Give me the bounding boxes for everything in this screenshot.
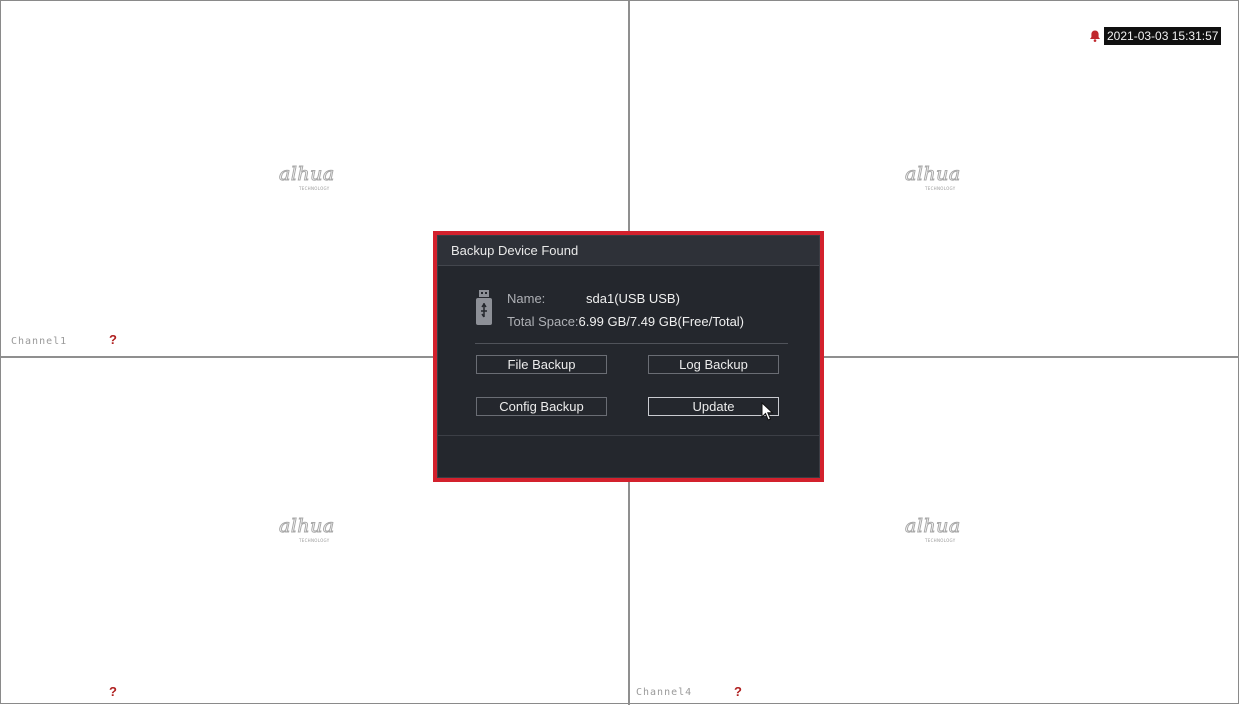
logo-tagline: TECHNOLOGY <box>299 186 330 191</box>
mouse-cursor-icon <box>761 402 774 421</box>
update-button[interactable]: Update <box>648 397 779 416</box>
logo-wordmark: alhua <box>279 163 335 186</box>
dahua-logo: alhua TECHNOLOGY <box>905 515 995 545</box>
bell-icon[interactable] <box>1088 29 1102 43</box>
file-backup-button[interactable]: File Backup <box>476 355 607 374</box>
logo-tagline: TECHNOLOGY <box>925 186 956 191</box>
channel-1-label: Channel1 <box>11 336 68 347</box>
device-name-row: Name: <box>507 291 545 306</box>
dahua-logo: alhua TECHNOLOGY <box>279 163 369 193</box>
question-mark-icon: ? <box>734 684 742 699</box>
channel-4-label: Channel4 <box>636 687 693 698</box>
question-mark-icon: ? <box>109 332 117 347</box>
clock-datetime: 2021-03-03 15:31:57 <box>1104 27 1222 45</box>
backup-device-dialog: Backup Device Found Name: sda1(USB USB) … <box>437 235 820 478</box>
logo-wordmark: alhua <box>905 163 961 186</box>
logo-wordmark: alhua <box>905 515 961 538</box>
device-name-label: Name: <box>507 291 546 306</box>
dahua-logo: alhua TECHNOLOGY <box>905 163 995 193</box>
logo-wordmark: alhua <box>279 515 335 538</box>
device-name-value-row: sda1(USB USB) <box>586 291 680 306</box>
dialog-separator <box>475 343 788 344</box>
usb-drive-icon <box>476 290 492 325</box>
question-mark-icon: ? <box>109 684 117 699</box>
log-backup-button[interactable]: Log Backup <box>648 355 779 374</box>
dialog-title: Backup Device Found <box>438 236 819 266</box>
logo-tagline: TECHNOLOGY <box>925 538 956 543</box>
total-space-value: 6.99 GB/7.49 GB(Free/Total) <box>578 314 745 329</box>
system-clock: 2021-03-03 15:31:57 <box>1088 26 1222 46</box>
total-space-label: Total Space: <box>507 314 579 329</box>
config-backup-button[interactable]: Config Backup <box>476 397 607 416</box>
device-name-value: sda1(USB USB) <box>586 291 680 306</box>
dialog-footer-divider <box>438 435 819 436</box>
dahua-logo: alhua TECHNOLOGY <box>279 515 369 545</box>
total-space-row: Total Space:6.99 GB/7.49 GB(Free/Total) <box>507 314 744 329</box>
logo-tagline: TECHNOLOGY <box>299 538 330 543</box>
